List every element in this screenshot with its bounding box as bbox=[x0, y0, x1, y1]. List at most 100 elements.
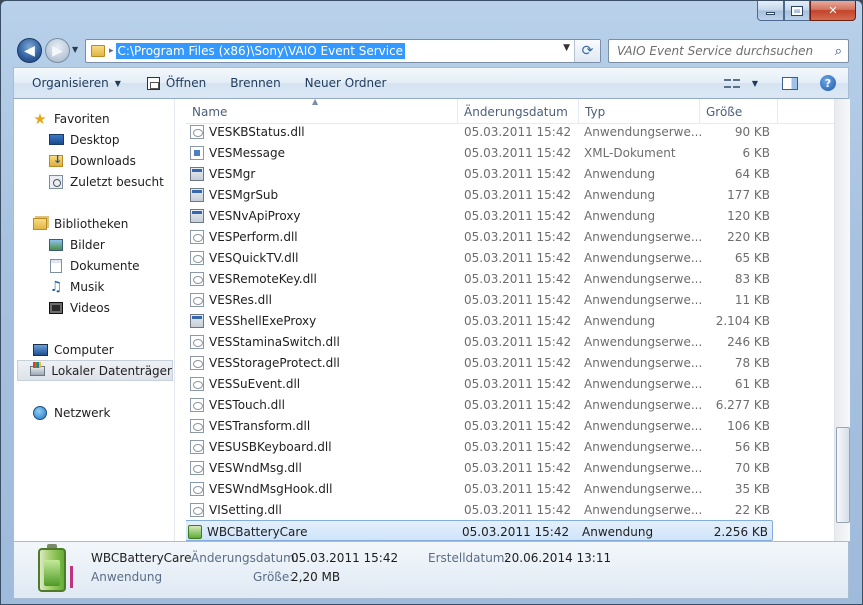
sidebar-item-label: Lokaler Datenträger bbox=[51, 363, 172, 378]
burn-button[interactable]: Brennen bbox=[218, 68, 292, 98]
address-text[interactable]: C:\Program Files (x86)\Sony\VAIO Event S… bbox=[115, 43, 406, 59]
pane-splitter[interactable] bbox=[174, 99, 186, 541]
chevron-down-icon: ▼ bbox=[72, 45, 79, 54]
file-row[interactable]: VESRemoteKey.dll 05.03.2011 15:42 Anwendun… bbox=[186, 268, 776, 289]
file-name: VESShellExeProxy bbox=[209, 313, 317, 328]
new-folder-button[interactable]: Neuer Ordner bbox=[293, 68, 399, 98]
file-name-cell: VESMgrSub bbox=[186, 184, 456, 205]
file-name-cell: VESMessage bbox=[186, 142, 456, 163]
file-row[interactable]: VESStorageProtect.dll 05.03.2011 15:42 Anw… bbox=[186, 352, 776, 373]
maximize-button[interactable] bbox=[784, 1, 810, 21]
details-created-value: 20.06.2014 13:11 bbox=[504, 551, 612, 565]
file-name: VESPerform.dll bbox=[209, 229, 298, 244]
address-dropdown-button[interactable]: ▼ bbox=[563, 43, 570, 53]
search-icon[interactable]: ⌕ bbox=[835, 44, 842, 59]
details-file-type: Anwendung bbox=[91, 570, 163, 584]
details-file-name: WBCBatteryCare bbox=[91, 551, 192, 565]
sidebar-group-favorites[interactable]: ★ Favoriten bbox=[14, 108, 170, 129]
file-row[interactable]: VESQuickTV.dll 05.03.2011 15:42 Anwendungs… bbox=[186, 247, 776, 268]
file-row[interactable]: VESNvApiProxy 05.03.2011 15:42 Anwendung 12… bbox=[186, 205, 776, 226]
preview-pane-icon[interactable] bbox=[782, 76, 798, 90]
view-options-chevron-icon[interactable]: ▼ bbox=[752, 79, 758, 88]
file-name-cell: VESShellExeProxy bbox=[186, 310, 456, 331]
file-date-cell: 05.03.2011 15:42 bbox=[464, 439, 572, 454]
sidebar-item-desktop[interactable]: Desktop bbox=[14, 129, 170, 150]
documents-icon bbox=[50, 258, 62, 273]
sidebar-group-network[interactable]: Netzwerk bbox=[14, 402, 170, 423]
file-name-cell: VESWndMsgHook.dll bbox=[186, 478, 456, 499]
file-size-cell: 78 KB bbox=[734, 355, 770, 370]
refresh-button[interactable]: ⟳ bbox=[574, 40, 600, 62]
sidebar-item-label: Downloads bbox=[70, 153, 136, 168]
file-row[interactable]: VESTouch.dll 05.03.2011 15:42 Anwendungser… bbox=[186, 394, 776, 415]
forward-button[interactable]: ▶ bbox=[45, 38, 70, 63]
search-box[interactable]: ⌕ bbox=[608, 39, 849, 63]
file-row[interactable]: VESMgr 05.03.2011 15:42 Anwendung 64 KB bbox=[186, 163, 776, 184]
file-row[interactable]: VESRes.dll 05.03.2011 15:42 Anwendungserwe… bbox=[186, 289, 776, 310]
sidebar-item-local-disk[interactable]: Lokaler Datenträger bbox=[17, 360, 173, 381]
sidebar-item-pictures[interactable]: Bilder bbox=[14, 234, 170, 255]
file-row[interactable]: VESPerform.dll 05.03.2011 15:42 Anwendungs… bbox=[186, 226, 776, 247]
file-size-cell: 83 KB bbox=[734, 271, 770, 286]
dll-file-icon bbox=[190, 418, 204, 433]
application-icon bbox=[190, 313, 204, 328]
file-size-cell: 56 KB bbox=[734, 439, 770, 454]
application-icon bbox=[190, 208, 204, 223]
sidebar-item-videos[interactable]: Videos bbox=[14, 297, 170, 318]
dll-file-icon bbox=[190, 250, 204, 265]
file-row[interactable]: VESKBStatus.dll 05.03.2011 15:42 Anwendung… bbox=[186, 121, 776, 142]
change-view-icon[interactable] bbox=[723, 77, 740, 90]
open-button[interactable]: Öffnen bbox=[135, 68, 218, 98]
minimize-button[interactable] bbox=[757, 1, 784, 21]
sidebar-item-downloads[interactable]: Downloads bbox=[14, 150, 170, 171]
recent-pages-button[interactable]: ▼ bbox=[72, 45, 78, 54]
back-button[interactable]: ◀ bbox=[17, 38, 42, 63]
file-date-cell: 05.03.2011 15:42 bbox=[464, 124, 572, 139]
sidebar-group-label: Netzwerk bbox=[54, 405, 111, 420]
file-row[interactable]: VESWndMsg.dll 05.03.2011 15:42 Anwendungse… bbox=[186, 457, 776, 478]
file-row[interactable]: WBCBatteryCare 05.03.2011 15:42 Anwendung 2… bbox=[186, 520, 773, 541]
sidebar-item-label: Dokumente bbox=[70, 258, 140, 273]
scrollbar-thumb[interactable] bbox=[836, 427, 850, 523]
sidebar-item-music[interactable]: ♫ Musik bbox=[14, 276, 170, 297]
file-size-cell: 6 KB bbox=[742, 145, 770, 160]
file-name-cell: VESRemoteKey.dll bbox=[186, 268, 456, 289]
sidebar-item-documents[interactable]: Dokumente bbox=[14, 255, 170, 276]
burn-label: Brennen bbox=[230, 76, 281, 90]
file-row[interactable]: VISetting.dll 05.03.2011 15:42 Anwendungse… bbox=[186, 499, 776, 520]
details-size-label: Größe: bbox=[253, 570, 294, 584]
file-name-cell: VESPerform.dll bbox=[186, 226, 456, 247]
file-row[interactable]: VESMgrSub 05.03.2011 15:42 Anwendung 177 KB bbox=[186, 184, 776, 205]
file-row[interactable]: VESUSBKeyboard.dll 05.03.2011 15:42 Anwend… bbox=[186, 436, 776, 457]
network-icon bbox=[33, 405, 47, 420]
dll-file-icon bbox=[190, 334, 204, 349]
file-row[interactable]: VESWndMsgHook.dll 05.03.2011 15:42 Anwendu… bbox=[186, 478, 776, 499]
file-name-cell: VESTransform.dll bbox=[186, 415, 456, 436]
vertical-scrollbar[interactable] bbox=[834, 99, 850, 541]
sidebar-group-label: Computer bbox=[54, 342, 114, 357]
sidebar-item-label: Videos bbox=[70, 300, 110, 315]
details-pane: WBCBatteryCare Anwendung Änderungsdatum:… bbox=[13, 541, 849, 599]
file-name: VESWndMsg.dll bbox=[209, 460, 302, 475]
organize-menu-button[interactable]: Organisieren ▼ bbox=[14, 68, 135, 98]
file-row[interactable]: VESTransform.dll 05.03.2011 15:42 Anwendun… bbox=[186, 415, 776, 436]
file-name: WBCBatteryCare bbox=[207, 524, 308, 539]
help-icon[interactable]: ? bbox=[820, 75, 836, 91]
dll-file-icon bbox=[190, 502, 204, 517]
dll-file-icon bbox=[190, 376, 204, 391]
file-row[interactable]: VESStaminaSwitch.dll 05.03.2011 15:42 Anwe… bbox=[186, 331, 776, 352]
file-row[interactable]: VESMessage 05.03.2011 15:42 XML-Dokument 6 … bbox=[186, 142, 776, 163]
sidebar-group-computer[interactable]: Computer bbox=[14, 339, 170, 360]
pictures-icon bbox=[49, 238, 63, 251]
file-row[interactable]: VESSuEvent.dll 05.03.2011 15:42 Anwendungs… bbox=[186, 373, 776, 394]
file-row[interactable]: VESShellExeProxy 05.03.2011 15:42 Anwendun… bbox=[186, 310, 776, 331]
sidebar-group-libraries[interactable]: Bibliotheken bbox=[14, 213, 170, 234]
computer-icon bbox=[32, 343, 48, 356]
file-type-cell: Anwendungserwe... bbox=[584, 481, 702, 496]
window-controls: ✕ bbox=[757, 1, 856, 21]
address-bar[interactable]: ▸ C:\Program Files (x86)\Sony\VAIO Event… bbox=[85, 39, 601, 63]
search-input[interactable] bbox=[617, 44, 822, 58]
recent-places-icon bbox=[49, 174, 63, 189]
sidebar-item-recent-places[interactable]: Zuletzt besucht bbox=[14, 171, 170, 192]
close-button[interactable]: ✕ bbox=[810, 1, 856, 21]
